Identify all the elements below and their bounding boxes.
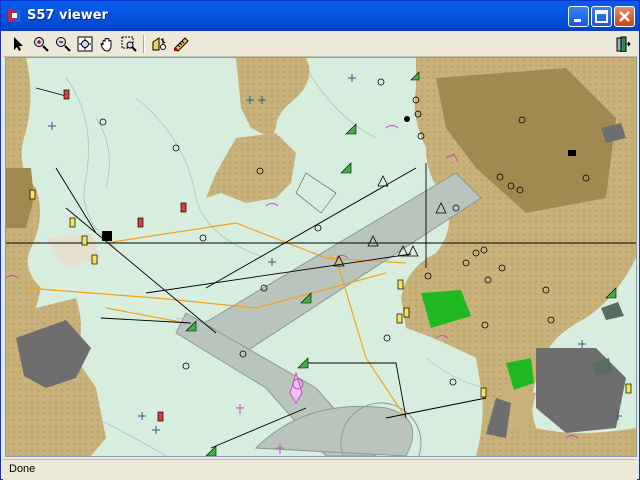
window-title: S57 viewer: [27, 8, 108, 23]
pan-hand-icon: [100, 38, 112, 52]
maximize-button[interactable]: [591, 6, 612, 27]
chart-map-view[interactable]: [5, 57, 637, 457]
zoom-extents-icon: [77, 36, 93, 52]
close-icon: [619, 11, 630, 22]
status-bar: Done: [3, 459, 637, 480]
toolbar: [3, 32, 637, 57]
select-tool-button[interactable]: [9, 34, 29, 54]
title-bar[interactable]: S57 viewer: [1, 1, 639, 31]
zoom-window-button[interactable]: [119, 34, 139, 54]
exit-button[interactable]: [613, 34, 633, 54]
app-window: S57 viewer Done: [0, 0, 640, 480]
status-text: Done: [9, 463, 36, 475]
measure-button[interactable]: [171, 34, 191, 54]
toolbar-separator: [143, 35, 145, 53]
zoom-extents-button[interactable]: [75, 34, 95, 54]
select-arrow-icon: [14, 37, 23, 51]
minimize-icon: [574, 19, 581, 22]
app-icon: [8, 10, 21, 22]
measure-ruler-icon: [174, 37, 189, 52]
close-button[interactable]: [614, 6, 635, 27]
zoom-out-icon: [56, 37, 71, 52]
exit-icon: [616, 36, 631, 52]
minimize-button[interactable]: [568, 6, 589, 27]
zoom-in-icon: [34, 37, 49, 52]
zoom-out-button[interactable]: [53, 34, 73, 54]
query-object-icon: [152, 37, 166, 51]
zoom-in-button[interactable]: [31, 34, 51, 54]
query-object-button[interactable]: [149, 34, 169, 54]
pan-button[interactable]: [97, 34, 117, 54]
nautical-chart-canvas[interactable]: [6, 58, 636, 456]
maximize-icon: [595, 10, 608, 23]
zoom-window-icon: [121, 36, 137, 52]
